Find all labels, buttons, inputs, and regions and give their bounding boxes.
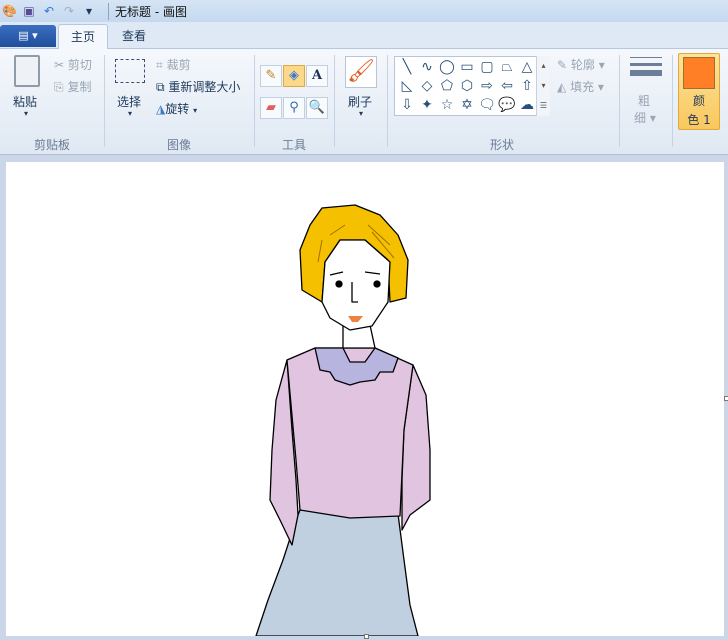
shape-14[interactable]: ⇩	[397, 97, 417, 113]
brushes-button[interactable]: 刷子	[348, 93, 372, 110]
shape-2[interactable]: ◯	[437, 59, 457, 75]
size-label-1[interactable]: 粗	[638, 92, 650, 109]
color-1-button[interactable]: 颜 色 1	[678, 53, 720, 130]
resize-handle-bottom[interactable]	[364, 634, 369, 639]
fill-bucket-tool[interactable]: ◈	[283, 65, 305, 87]
copy-icon: ⎘	[54, 80, 64, 94]
ribbon-tabs: ▤ ▾ 主页 查看	[0, 22, 728, 50]
shape-12[interactable]: ⇦	[497, 78, 517, 94]
image-group-label: 图像	[167, 138, 192, 152]
select-button[interactable]: 选择	[117, 93, 141, 110]
shape-4[interactable]: ▢	[477, 59, 497, 75]
drawing-canvas[interactable]	[6, 162, 724, 637]
tab-home[interactable]: 主页	[58, 24, 109, 50]
rotate-dropdown-icon[interactable]: ▾	[193, 106, 197, 115]
shape-18[interactable]: 🗨	[477, 97, 497, 113]
size-lines-icon[interactable]	[630, 57, 662, 76]
resize-handle-right[interactable]	[724, 396, 728, 401]
fill-button[interactable]: 填充	[570, 80, 594, 94]
customize-dropdown-icon[interactable]: ▾	[82, 4, 96, 18]
window-title: 无标题 - 画图	[108, 2, 187, 20]
clipboard-group-label: 剪贴板	[34, 138, 71, 152]
tools-group-label: 工具	[282, 138, 307, 152]
select-dropdown-icon[interactable]: ▾	[128, 109, 132, 118]
shape-6[interactable]: △	[517, 59, 537, 75]
shape-10[interactable]: ⬡	[457, 78, 477, 94]
rotate-button[interactable]: 旋转	[165, 102, 189, 116]
rotate-icon: ◮	[156, 102, 166, 116]
shape-20[interactable]: ☁	[517, 97, 537, 113]
brush-icon[interactable]: 🖌	[345, 56, 377, 88]
cut-icon: ✂	[54, 58, 65, 72]
shape-1[interactable]: ∿	[417, 59, 437, 75]
select-icon[interactable]	[115, 59, 145, 83]
shape-17[interactable]: ✡	[457, 97, 477, 113]
outline-icon: ✎	[557, 58, 568, 72]
paste-button[interactable]: 粘贴	[13, 93, 37, 110]
cut-button[interactable]: 剪切	[68, 58, 92, 72]
shape-7[interactable]: ◺	[397, 78, 417, 94]
text-tool[interactable]: A	[306, 65, 328, 87]
paste-icon[interactable]	[14, 55, 40, 87]
shapes-gallery: ╲ ∿ ◯ ▭ ▢ ⏢ △ ◺ ◇ ⬠ ⬡ ⇨ ⇦ ⇧ ⇩ ✦ ☆ ✡ 🗨 💬 ☁	[394, 56, 550, 116]
magnifier-tool[interactable]: 🔍	[306, 97, 328, 119]
crop-button[interactable]: 裁剪	[167, 58, 191, 72]
drawing-woman	[255, 204, 431, 637]
color-1-label-2: 色 1	[687, 113, 711, 127]
color-1-label-1: 颜	[692, 94, 705, 108]
file-menu-button[interactable]: ▤ ▾	[0, 25, 56, 47]
fill-icon: ◭	[557, 80, 567, 94]
resize-icon: ⧉	[156, 80, 165, 94]
shape-15[interactable]: ✦	[417, 97, 437, 113]
shape-5[interactable]: ⏢	[497, 59, 517, 75]
shape-9[interactable]: ⬠	[437, 78, 457, 94]
pencil-tool[interactable]: ✎	[260, 65, 282, 87]
color-1-swatch	[683, 57, 715, 89]
title-bar: 🎨 ▣ ↶ ↷ ▾ 无标题 - 画图	[0, 0, 728, 22]
shape-8[interactable]: ◇	[417, 78, 437, 94]
shape-19[interactable]: 💬	[497, 97, 517, 113]
shape-11[interactable]: ⇨	[477, 78, 497, 94]
tab-view[interactable]: 查看	[110, 24, 158, 50]
outline-button[interactable]: 轮廓	[571, 58, 595, 72]
redo-icon[interactable]: ↷	[62, 4, 76, 18]
paste-dropdown-icon[interactable]: ▾	[24, 109, 28, 118]
paint-app-icon[interactable]: 🎨	[2, 4, 17, 18]
resize-button[interactable]: 重新调整大小	[168, 80, 240, 94]
color-picker-tool[interactable]: ⚲	[283, 97, 305, 119]
save-icon[interactable]: ▣	[22, 4, 36, 18]
brushes-dropdown-icon[interactable]: ▾	[359, 109, 363, 118]
undo-icon[interactable]: ↶	[42, 4, 56, 18]
skirt	[255, 509, 419, 637]
gallery-scrollbar[interactable]: ▴ ▾ ☰	[536, 56, 550, 116]
shape-3[interactable]: ▭	[457, 59, 477, 75]
eraser-tool[interactable]: ▰	[260, 97, 282, 119]
ribbon: 粘贴 ▾ ✂ 剪切 ⎘ 复制 剪贴板 选择 ▾ ⌗ 裁剪 ⧉ 重新调整大小 ◮旋…	[0, 49, 728, 155]
shapes-group-label: 形状	[490, 138, 515, 152]
shape-0[interactable]: ╲	[397, 59, 417, 75]
crop-icon: ⌗	[156, 58, 163, 72]
shape-13[interactable]: ⇧	[517, 78, 537, 94]
shape-16[interactable]: ☆	[437, 97, 457, 113]
copy-button[interactable]: 复制	[67, 80, 91, 94]
size-label-2[interactable]: 细	[634, 111, 646, 125]
